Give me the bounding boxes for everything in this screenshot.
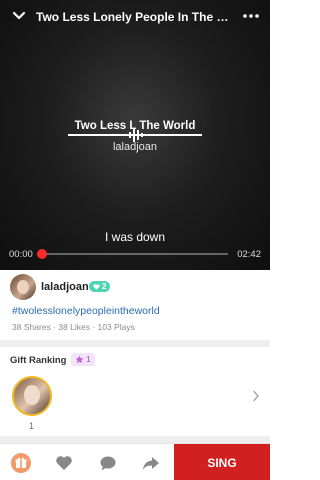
time-total: 02:42: [237, 249, 261, 260]
bottom-action-bar: SING: [0, 443, 270, 480]
lyric-line: I was down: [104, 230, 166, 244]
progress-track[interactable]: [38, 253, 228, 255]
comment-icon[interactable]: [98, 453, 118, 473]
gift-icon[interactable]: [11, 453, 31, 473]
heart-badge-icon: [93, 283, 100, 290]
heart-icon[interactable]: [54, 453, 74, 473]
divider: [0, 340, 270, 347]
time-elapsed: 00:00: [9, 249, 33, 260]
hashtag-link[interactable]: #twolesslonelypeopleintheworld: [12, 305, 160, 317]
player-area[interactable]: Two Less Lonely People In The W... Two L…: [0, 0, 270, 270]
star-icon: [75, 355, 84, 364]
chevron-down-icon[interactable]: [12, 10, 26, 22]
song-stats: 38 Shares · 38 Likes · 103 Plays: [12, 322, 135, 332]
level-badge: 2: [89, 281, 111, 292]
more-options-icon[interactable]: [242, 10, 260, 22]
user-info: laladjoan 2 #twolesslonelypeopleinthewor…: [0, 270, 270, 340]
chevron-right-icon[interactable]: [252, 390, 260, 402]
avatar[interactable]: [10, 274, 36, 300]
gift-ranking-title: Gift Ranking: [10, 355, 67, 366]
top-gifter-avatar[interactable]: [12, 376, 52, 416]
badge-count: 2: [102, 282, 107, 291]
divider: [0, 436, 270, 443]
progress-thumb[interactable]: [37, 249, 47, 259]
song-title: Two Less Lonely People In The W...: [36, 10, 236, 24]
share-icon[interactable]: [141, 453, 161, 473]
gift-count: 1: [86, 354, 91, 364]
player-topbar: Two Less Lonely People In The W...: [0, 0, 270, 34]
username[interactable]: laladjoan: [41, 281, 89, 293]
top-gifter-rank: 1: [29, 421, 35, 431]
sing-button[interactable]: SING: [174, 444, 270, 480]
cover-username: laladjoan: [112, 141, 158, 153]
gift-count-chip: 1: [71, 353, 95, 366]
